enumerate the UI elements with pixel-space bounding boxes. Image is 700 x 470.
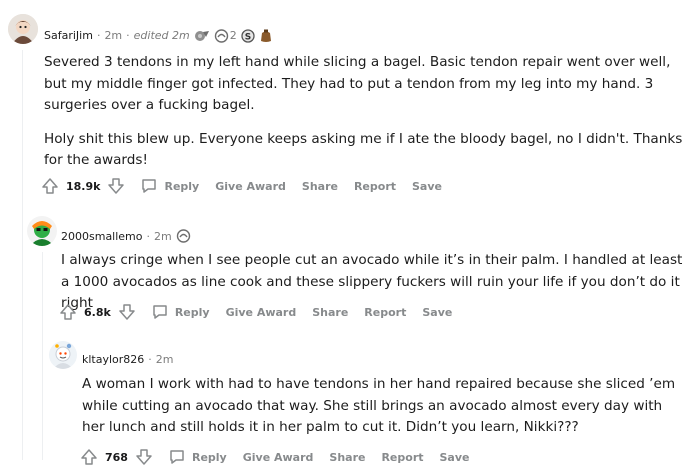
avatar-icon (49, 341, 77, 369)
award-icon (260, 29, 271, 42)
username[interactable]: SafariJim (44, 29, 93, 42)
save-button[interactable]: Save (412, 180, 442, 193)
vote-score: 18.9k (66, 179, 101, 193)
award-icon (176, 229, 190, 243)
upvote-icon[interactable] (58, 302, 78, 322)
share-button[interactable]: Share (329, 451, 365, 464)
vote-controls: 6.8k (58, 302, 137, 322)
comment-paragraph: A woman I work with had to have tendons … (82, 376, 676, 435)
separator: · (96, 29, 101, 42)
award-bag[interactable] (259, 28, 273, 43)
award-icon (214, 28, 228, 43)
comment-paragraph: Holy shit this blew up. Everyone keeps a… (44, 130, 683, 169)
give-award-button[interactable]: Give Award (243, 451, 314, 464)
award-silver[interactable] (194, 29, 210, 43)
report-button[interactable]: Report (381, 451, 423, 464)
downvote-icon[interactable] (117, 302, 137, 322)
reply-button[interactable]: Reply (140, 177, 199, 195)
comment-actions: 6.8k Reply Give Award Share Report Save (58, 302, 452, 322)
comment-body: A woman I work with had to have tendons … (82, 374, 687, 439)
edited-label: edited 2m (133, 29, 190, 42)
separator: · (146, 229, 151, 243)
reply-label: Reply (174, 305, 210, 319)
report-button[interactable]: Report (364, 306, 406, 319)
separator: · (126, 29, 130, 42)
comment-icon (142, 179, 157, 193)
share-button[interactable]: Share (312, 306, 348, 319)
avatar[interactable] (49, 341, 77, 369)
award-icon (194, 30, 209, 41)
thread-line[interactable] (42, 252, 43, 460)
comment-actions: 768 Reply Give Award Share Report Save (79, 447, 469, 467)
vote-controls: 18.9k (40, 176, 126, 196)
username[interactable]: kltaylor826 (82, 353, 144, 366)
vote-controls: 768 (79, 447, 154, 467)
report-button[interactable]: Report (354, 180, 396, 193)
award-helpful[interactable]: 2 (214, 28, 237, 43)
give-award-button[interactable]: Give Award (215, 180, 286, 193)
reply-button[interactable]: Reply (151, 303, 210, 321)
timestamp[interactable]: 2m (156, 353, 174, 366)
comment-paragraph: Severed 3 tendons in my left hand while … (44, 54, 671, 113)
award-helpful[interactable] (176, 229, 191, 243)
upvote-icon[interactable] (40, 176, 60, 196)
reply-label: Reply (191, 450, 227, 464)
award-icon: S (241, 28, 255, 43)
downvote-icon[interactable] (134, 447, 154, 467)
vote-score: 768 (105, 450, 128, 464)
comment-body: Severed 3 tendons in my left hand while … (44, 52, 684, 172)
vote-score: 6.8k (84, 305, 111, 319)
username[interactable]: 2000smallemo (61, 230, 143, 243)
comment-actions: 18.9k Reply Give Award Share Report Save (40, 176, 442, 196)
save-button[interactable]: Save (440, 451, 470, 464)
avatar-icon (8, 14, 38, 44)
svg-text:S: S (245, 32, 251, 42)
award-count: 2 (229, 29, 237, 42)
timestamp[interactable]: 2m (154, 230, 172, 243)
separator: · (148, 353, 152, 366)
reply-button[interactable]: Reply (168, 448, 227, 466)
comment-meta: SafariJim · 2m · edited 2m 2 S (44, 28, 273, 43)
comment-icon (153, 305, 167, 319)
avatar-icon (27, 216, 57, 246)
award-coin[interactable]: S (241, 28, 255, 43)
thread-line[interactable] (22, 50, 23, 460)
comment-icon (170, 450, 184, 464)
reply-label: Reply (164, 179, 200, 193)
upvote-icon[interactable] (79, 447, 99, 467)
avatar[interactable] (8, 14, 38, 44)
comment-meta: 2000smallemo · 2m (61, 229, 191, 243)
avatar[interactable] (27, 216, 57, 246)
give-award-button[interactable]: Give Award (226, 306, 297, 319)
share-button[interactable]: Share (302, 180, 338, 193)
timestamp[interactable]: 2m (104, 29, 122, 42)
save-button[interactable]: Save (422, 306, 452, 319)
comment-meta: kltaylor826 · 2m (82, 353, 174, 366)
downvote-icon[interactable] (106, 176, 126, 196)
